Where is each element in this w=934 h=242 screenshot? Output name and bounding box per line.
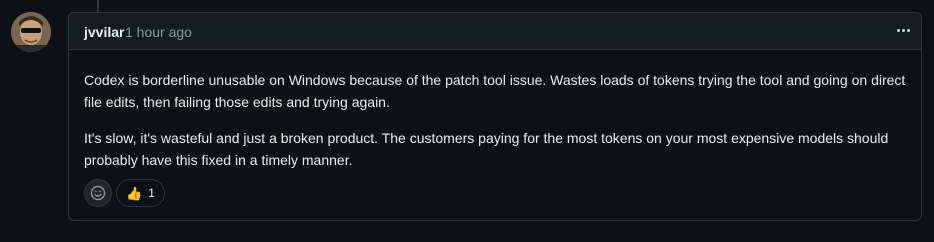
author-link[interactable]: jvvilar xyxy=(84,24,124,40)
kebab-horizontal-icon[interactable] xyxy=(893,21,913,39)
smiley-icon xyxy=(90,185,106,201)
comment-body: Codex is borderline unusable on Windows … xyxy=(69,50,921,171)
comment-header: jvvilar 1 hour ago xyxy=(69,13,921,50)
thumbs-up-icon: 👍 xyxy=(126,185,143,201)
comment-paragraph: It's slow, it's wasteful and just a brok… xyxy=(84,130,889,168)
reaction-thumbs-up-button[interactable]: 👍 1 xyxy=(116,179,165,207)
avatar[interactable] xyxy=(11,12,51,52)
reactions-bar: 👍 1 xyxy=(84,179,165,207)
reaction-count: 1 xyxy=(148,186,155,200)
comment-paragraph: Codex is borderline unusable on Windows … xyxy=(84,72,906,110)
comment-box: jvvilar 1 hour ago Codex is borderline u… xyxy=(68,12,922,221)
timeline-connector xyxy=(97,0,99,12)
comment-timestamp[interactable]: 1 hour ago xyxy=(125,24,192,40)
add-reaction-button[interactable] xyxy=(84,179,112,207)
